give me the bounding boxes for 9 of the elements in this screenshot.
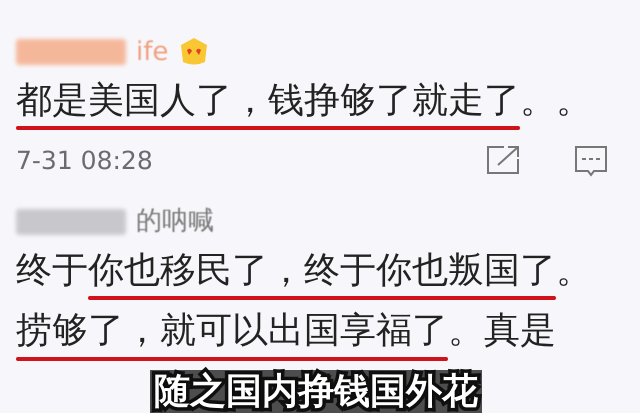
comment-icon[interactable]: [574, 145, 608, 178]
comment-text: 都是美国人了，钱挣够了就走了。。: [16, 79, 592, 123]
share-icon[interactable]: [486, 145, 520, 176]
timestamp: 7-31 08:28: [16, 145, 153, 178]
caption-text: 随之国内挣钱国外花: [150, 370, 482, 413]
username[interactable]: 的呐喊: [136, 202, 214, 242]
username[interactable]: ife: [136, 32, 168, 72]
comment-text: 捞够了，就可以出国享福了。真是: [16, 309, 556, 354]
comment-text: 终于你也移民了，终于你也叛国了。: [16, 248, 592, 293]
